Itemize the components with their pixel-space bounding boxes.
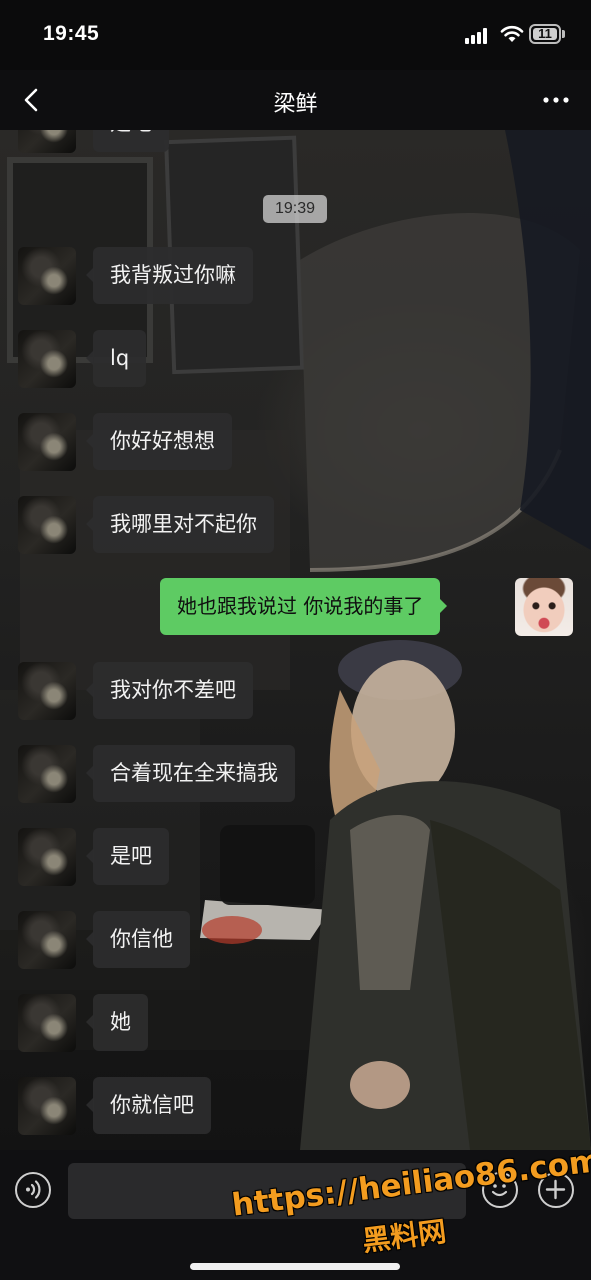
- voice-icon[interactable]: [15, 1172, 51, 1208]
- message-row: 我对你不差吧: [0, 662, 591, 722]
- message-row: 是吧: [0, 828, 591, 888]
- contact-avatar[interactable]: [18, 130, 76, 153]
- home-indicator[interactable]: [190, 1263, 400, 1270]
- message-bubble[interactable]: 你信他: [86, 911, 190, 968]
- message-bubble[interactable]: lq: [85, 330, 147, 387]
- message-timestamp: 19:39: [263, 195, 327, 223]
- message-row: 我背叛过你嘛: [0, 247, 591, 307]
- contact-avatar[interactable]: [18, 828, 76, 886]
- message-row: 我哪里对不起你: [0, 496, 591, 556]
- contact-avatar[interactable]: [18, 1077, 76, 1135]
- status-bar: 19:45 11: [0, 0, 591, 70]
- battery-nub: [562, 30, 565, 38]
- contact-avatar[interactable]: [18, 662, 76, 720]
- chat-header: 梁鲜: [0, 70, 591, 130]
- battery-icon: 11: [529, 24, 561, 44]
- contact-avatar[interactable]: [18, 911, 76, 969]
- contact-avatar[interactable]: [18, 745, 76, 803]
- message-row: 是吧: [0, 130, 591, 155]
- message-bubble[interactable]: 我哪里对不起你: [86, 496, 274, 553]
- contact-avatar[interactable]: [18, 330, 76, 388]
- message-bubble[interactable]: 你就信吧: [86, 1077, 211, 1134]
- contact-avatar[interactable]: [18, 247, 76, 305]
- message-bubble[interactable]: 我对你不差吧: [86, 662, 253, 719]
- chat-title: 梁鲜: [273, 92, 318, 117]
- message-row: 合着现在全来搞我: [0, 745, 591, 805]
- ellipsis-icon[interactable]: [539, 86, 573, 114]
- message-bubble[interactable]: 是吧: [86, 828, 169, 885]
- message-row: 你信他: [0, 911, 591, 971]
- message-row: lq: [0, 330, 591, 390]
- my-avatar[interactable]: [515, 578, 573, 636]
- cellular-signal-icon: [465, 28, 493, 44]
- message-bubble[interactable]: 她: [86, 994, 148, 1051]
- message-bubble[interactable]: 你好好想想: [86, 413, 232, 470]
- chat-area[interactable]: 是吧 19:39 我背叛过你嘛 lq 你好好想想 我哪里对不起你 她也跟我说过 …: [0, 130, 591, 1150]
- outgoing-message-bubble[interactable]: 她也跟我说过 你说我的事了: [160, 578, 448, 635]
- contact-avatar[interactable]: [18, 994, 76, 1052]
- message-row: 你好好想想: [0, 413, 591, 473]
- status-time: 19:45: [43, 22, 100, 45]
- message-row: 你就信吧: [0, 1077, 591, 1137]
- message-bubble[interactable]: 是吧: [86, 130, 169, 152]
- contact-avatar[interactable]: [18, 413, 76, 471]
- message-bubble[interactable]: 我背叛过你嘛: [86, 247, 253, 304]
- message-row: 她: [0, 994, 591, 1054]
- wifi-icon: [500, 25, 524, 42]
- message-bubble[interactable]: 合着现在全来搞我: [86, 745, 295, 802]
- battery-level: 11: [533, 27, 557, 40]
- contact-avatar[interactable]: [18, 496, 76, 554]
